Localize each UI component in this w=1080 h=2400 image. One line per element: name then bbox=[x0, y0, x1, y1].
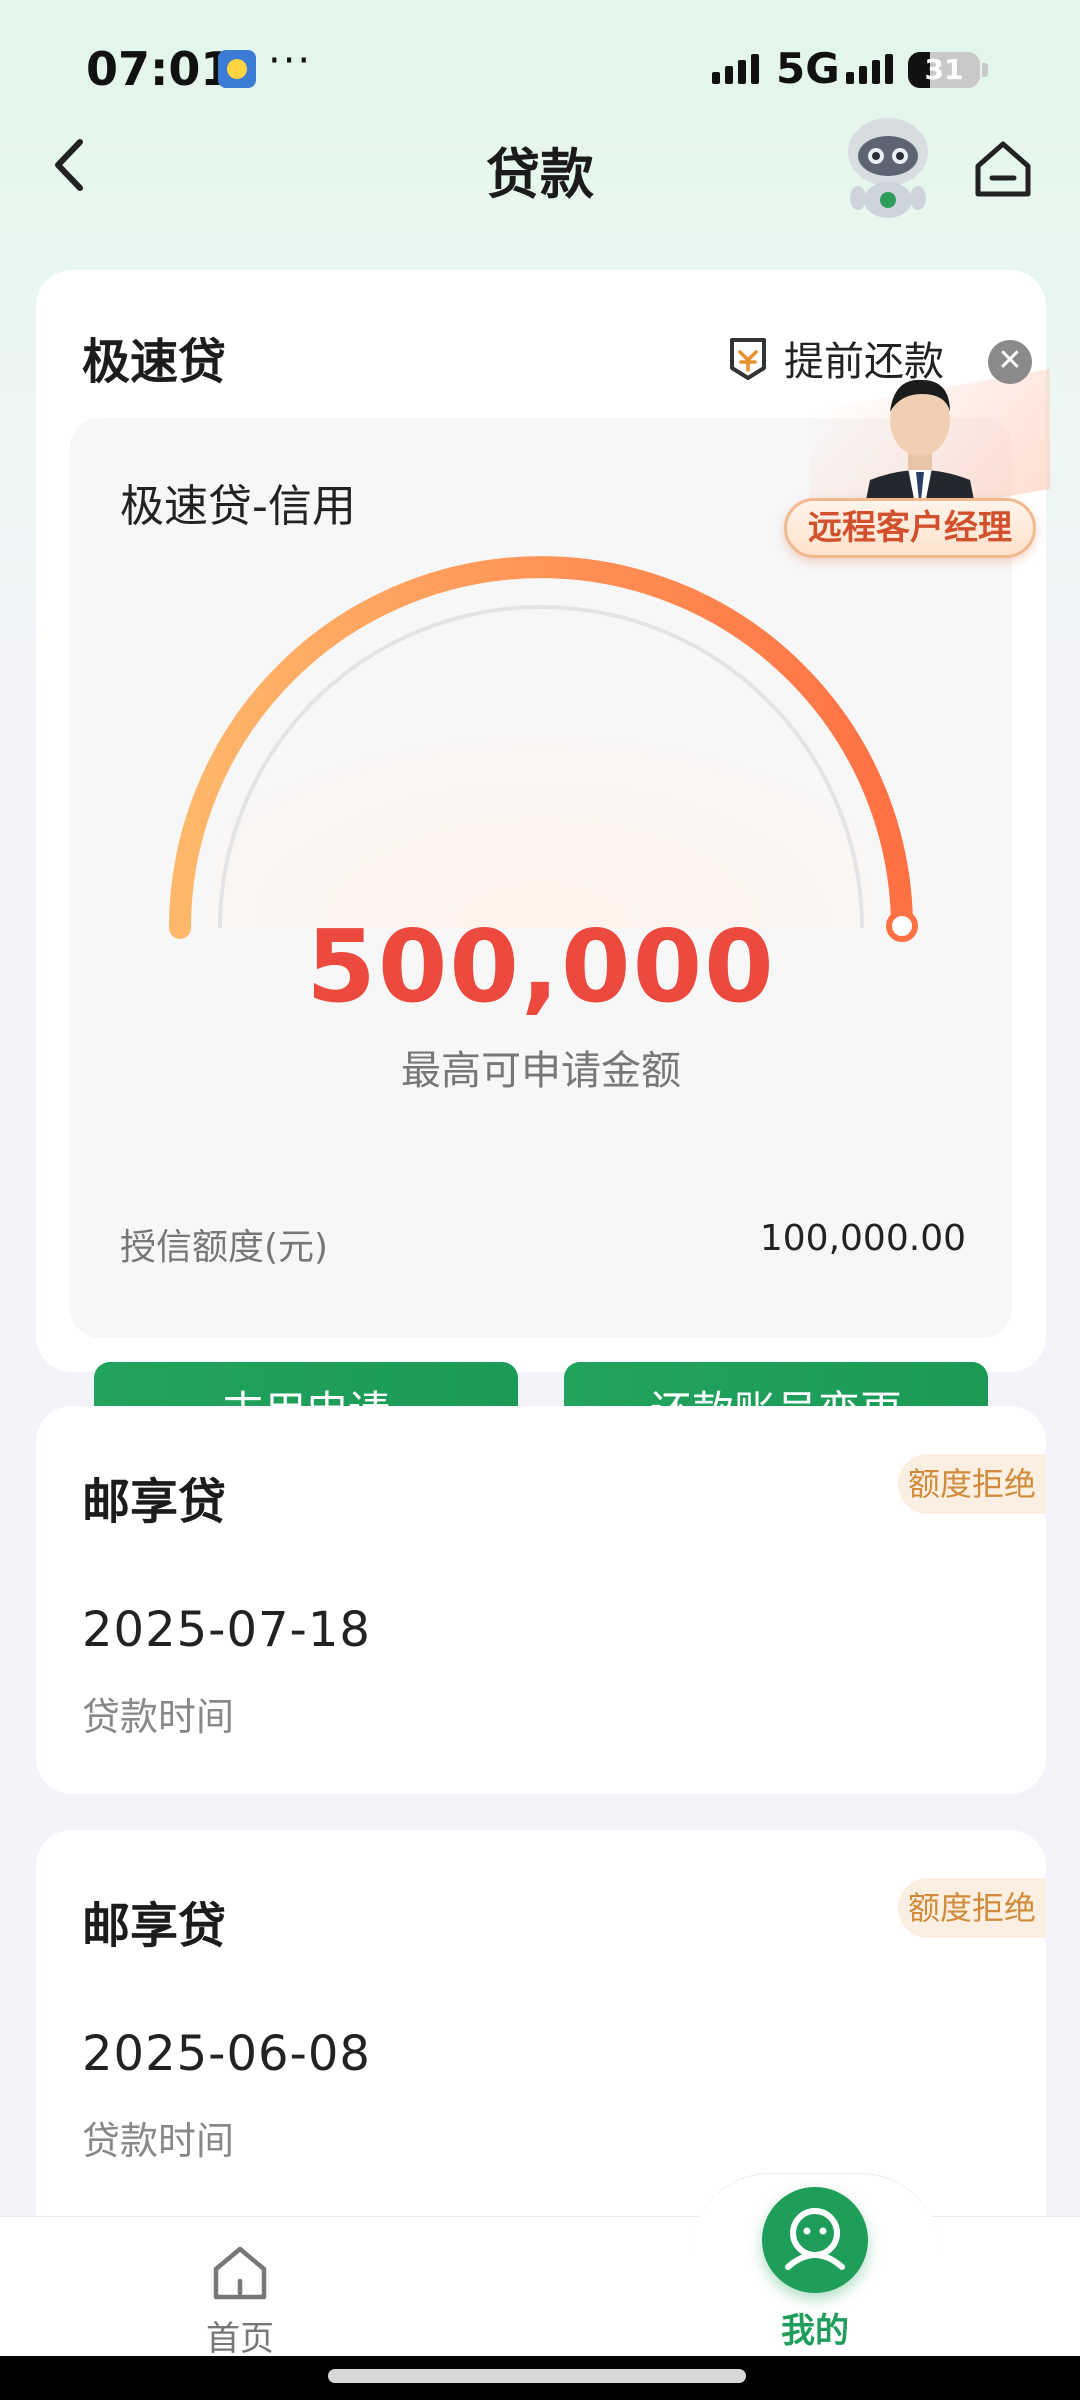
home-indicator[interactable] bbox=[328, 2369, 746, 2383]
user-icon bbox=[785, 2208, 845, 2270]
tab-home[interactable]: 首页 bbox=[180, 2233, 300, 2359]
home-button[interactable] bbox=[970, 136, 1036, 202]
product-name: 极速贷-信用 bbox=[120, 481, 356, 532]
home-tab-icon bbox=[213, 2246, 267, 2300]
credit-limit-value: 100,000.00 bbox=[759, 1218, 966, 1259]
loan-date: 2025-06-08 bbox=[82, 2026, 371, 2082]
loan-record-card[interactable]: 邮享贷 额度拒绝 2025-07-18 贷款时间 bbox=[36, 1406, 1046, 1794]
tab-mine[interactable]: 我的 bbox=[740, 2187, 890, 2351]
loan-date-label: 贷款时间 bbox=[82, 1695, 235, 1739]
close-manager-button[interactable]: ✕ bbox=[988, 340, 1032, 384]
tab-home-label: 首页 bbox=[206, 2319, 274, 2359]
status-badge: 额度拒绝 bbox=[898, 1878, 1046, 1938]
loan-date-label: 贷款时间 bbox=[82, 2119, 235, 2163]
credit-gauge bbox=[169, 556, 918, 942]
battery-icon: 31 bbox=[908, 52, 980, 88]
network-type: 5G bbox=[776, 44, 840, 93]
loan-title: 邮享贷 bbox=[82, 1898, 227, 1954]
signal-icon-secondary bbox=[846, 54, 893, 84]
status-badge: 额度拒绝 bbox=[898, 1454, 1046, 1514]
battery-level: 31 bbox=[924, 53, 964, 86]
battery-tip bbox=[982, 63, 988, 77]
prepay-icon bbox=[730, 338, 766, 380]
max-amount: 500,000 bbox=[306, 908, 776, 1025]
tab-mine-label: 我的 bbox=[781, 2311, 849, 2351]
card-title: 极速贷 bbox=[82, 334, 227, 390]
bottom-tab-bar: 首页 我的 bbox=[0, 2173, 1080, 2359]
loan-title: 邮享贷 bbox=[82, 1474, 227, 1530]
remote-manager-label: 远程客户经理 bbox=[784, 498, 1036, 558]
loan-date: 2025-07-18 bbox=[82, 1602, 371, 1658]
max-amount-label: 最高可申请金额 bbox=[401, 1048, 681, 1094]
weather-icon bbox=[218, 50, 256, 88]
home-icon bbox=[975, 141, 1031, 197]
robot-icon bbox=[848, 118, 928, 218]
credit-limit-label: 授信额度(元) bbox=[120, 1227, 329, 1268]
tab-mine-button bbox=[762, 2187, 868, 2293]
signal-icon bbox=[712, 54, 759, 84]
status-time: 07:01 bbox=[86, 42, 233, 96]
more-notifications-icon: ··· bbox=[268, 38, 313, 84]
assistant-button[interactable] bbox=[838, 112, 938, 222]
